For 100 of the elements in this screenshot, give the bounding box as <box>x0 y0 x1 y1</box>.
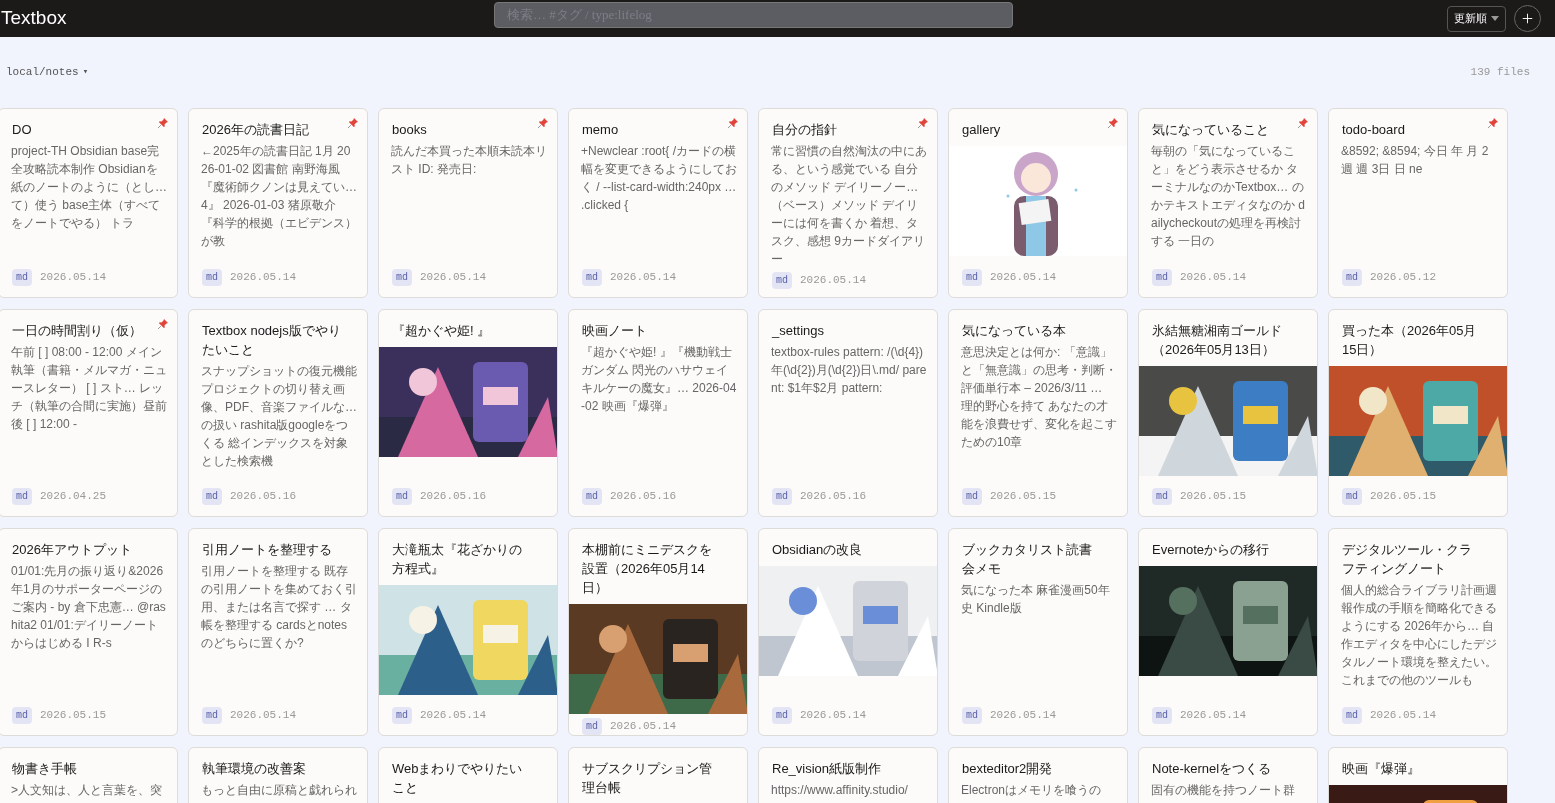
card-preview: ←2025年の読書日記 1月 2026-01-02 図書館 南野海風『魔術師クノンは見えてい… 4』 2026-01-03 猪原敬介『科学的根拠（エビデンス）が教 <box>201 143 357 250</box>
note-card[interactable]: books 読んだ本買った本順未読本リスト ID: 発売日: md 2026.05.14 <box>378 108 558 298</box>
note-card[interactable]: 2026年の読書日記 ←2025年の読書日記 1月 2026-01-02 図書館 南野海風『魔術師クノンは見えてい… 4』 2026-01-03 猪原敬介『科学的根拠（エビデンス）が教 md 2026.05.14 <box>188 108 368 298</box>
note-card[interactable]: 買った本（2026年05月15日） md 2026.05.15 <box>1328 309 1508 517</box>
card-title: ブックカタリスト読書会メモ <box>962 541 1093 578</box>
modified-date: 2026.05.14 <box>1180 708 1247 724</box>
file-type-badge: md <box>772 488 792 505</box>
modified-date: 2026.05.16 <box>800 489 867 505</box>
card-preview: 『超かぐや姫! 』『機動戦士ガンダム 閃光のハサウェイキルケーの魔女』… 2026-04-02 映画『爆弾』 <box>581 344 737 415</box>
folder-selector[interactable]: local/notes ▾ <box>6 64 89 81</box>
modified-date: 2026.05.14 <box>990 270 1057 286</box>
note-card[interactable]: 一日の時間割り（仮） 午前 [ ] 08:00 - 12:00 メイン執筆（書籍・メルマガ・ニュースレター） [ ] スト… レッチ（執筆の合間に実施）昼前後 [ ] 12:00 - md 2026.04.25 <box>0 309 178 517</box>
file-type-badge: md <box>772 272 792 289</box>
file-type-badge: md <box>202 488 222 505</box>
note-card[interactable]: 引用ノートを整理する 引用ノートを整理する 既存の引用ノートを集めておく引用、または名言で探す … タ帳を整理する cardsとnotesのどちらに置くか? md 2026.05.14 <box>188 528 368 736</box>
note-card[interactable]: gallery md 2026.05.14 <box>948 108 1128 298</box>
card-preview: 毎朝の「気になっていること」をどう表示させるか ターミナルなのかTextbox… のかテキストエディタなのか dailycheckoutの処理を再検討する 一日の <box>1151 143 1306 250</box>
note-card[interactable]: デジタルツール・クラフティングノート 個人的総合ライブラリ計画週報作成の手順を簡略化できるようにする 2026年から… 自作エディタを中心にしたデジタルノート環境を整えたい。これまでの他のツールも md 2026.05.14 <box>1328 528 1508 736</box>
note-card[interactable]: 『超かぐや姫! 』 md 2026.05.16 <box>378 309 558 517</box>
note-card[interactable]: bexteditor2開発 Electronはメモリを喰うの <box>948 747 1128 803</box>
card-title: gallery <box>962 121 1002 139</box>
card-title: 自分の指針 <box>772 121 838 139</box>
modified-date: 2026.05.15 <box>1180 489 1247 505</box>
file-type-badge: md <box>12 269 32 286</box>
modified-date: 2026.05.14 <box>420 708 487 724</box>
note-card[interactable]: 映画ノート 『超かぐや姫! 』『機動戦士ガンダム 閃光のハサウェイキルケーの魔女』… 2026-04-02 映画『爆弾』 md 2026.05.16 <box>568 309 748 517</box>
modified-date: 2026.05.15 <box>990 489 1057 505</box>
note-card[interactable]: Textbox nodejs版でやりたいこと スナップショットの復元機能プロジェクトの切り替え画像、PDF、音楽ファイルな… の扱い rashita版googleをつくる 総インデックスを対象とした検索機 md 2026.05.16 <box>188 309 368 517</box>
card-title: 買った本（2026年05月15日） <box>1342 322 1478 359</box>
file-type-badge: md <box>12 488 32 505</box>
modified-date: 2026.05.16 <box>230 489 297 505</box>
card-title: books <box>392 121 428 139</box>
file-type-badge: md <box>962 488 982 505</box>
card-title: Textbox nodejs版でやりたいこと <box>202 322 342 359</box>
card-title: 『超かぐや姫! 』 <box>392 322 492 340</box>
caret-icon <box>1491 16 1499 21</box>
note-card[interactable]: 大滝瓶太『花ざかりの方程式』 md 2026.05.14 <box>378 528 558 736</box>
card-title: 映画ノート <box>582 322 648 340</box>
modified-date: 2026.05.14 <box>230 270 297 286</box>
file-type-badge: md <box>772 707 792 724</box>
file-type-badge: md <box>202 707 222 724</box>
card-preview: 気になった本 麻雀漫画50年史 Kindle版 <box>961 582 1111 617</box>
modified-date: 2026.05.14 <box>610 719 677 735</box>
note-card[interactable]: ブックカタリスト読書会メモ 気になった本 麻雀漫画50年史 Kindle版 md 2026.05.14 <box>948 528 1128 736</box>
modified-date: 2026.05.15 <box>40 708 107 724</box>
file-type-badge: md <box>582 488 602 505</box>
note-card[interactable]: Webまわりでやりたいこと <box>378 747 558 803</box>
note-card[interactable]: 気になっている本 意思決定とは何か: 「意識」と「無意識」の思考・判断・評価単行本 – 2026/3/11 … 理的野心を持て あなたの才能を浪費せず、変化を起こすための10章 md 2026.05.15 <box>948 309 1128 517</box>
note-card[interactable]: todo-board &8592; &8594; 今日 年 月 2週 週 3日 日 ne md 2026.05.12 <box>1328 108 1508 298</box>
note-card[interactable]: 気になっていること 毎朝の「気になっていること」をどう表示させるか ターミナルなのかTextbox… のかテキストエディタなのか dailycheckoutの処理を再検討する 一日の md 2026.05.14 <box>1138 108 1318 298</box>
note-card[interactable]: 自分の指針 常に習慣の自然淘汰の中にある、という感覚でいる 自分のメソッド デイリーノー… （ベース）メソッド デイリーには何を書くか 着想、タスク、感想 9カードダイアリー md 2026.05.14 <box>758 108 938 298</box>
file-type-badge: md <box>392 488 412 505</box>
note-card[interactable]: memo +Newclear :root{ /カードの横幅を変更できるようにしておく / --list-card-width:240px … .clicked { md 2026.05.14 <box>568 108 748 298</box>
card-preview: Electronはメモリを喰うの <box>961 782 1103 799</box>
modified-date: 2026.05.14 <box>420 270 487 286</box>
note-card[interactable]: 氷結無糖湘南ゴールド（2026年05月13日） md 2026.05.15 <box>1138 309 1318 517</box>
card-title: DO <box>12 121 33 139</box>
file-type-badge: md <box>582 269 602 286</box>
card-preview: 意思決定とは何か: 「意識」と「無意識」の思考・判断・評価単行本 – 2026/3/11 … 理的野心を持て あなたの才能を浪費せず、変化を起こすための10章 <box>961 344 1117 451</box>
card-title: Obsidianの改良 <box>772 541 864 559</box>
file-type-badge: md <box>1342 488 1362 505</box>
note-card[interactable]: Re_vision紙版制作 https://www.affinity.studio/ <box>758 747 938 803</box>
card-title: 一日の時間割り（仮） <box>12 322 143 340</box>
file-type-badge: md <box>962 269 982 286</box>
sort-dropdown[interactable]: 更新順 <box>1447 5 1506 32</box>
card-title: デジタルツール・クラフティングノート <box>1342 541 1473 578</box>
card-title: 引用ノートを整理する <box>202 541 333 559</box>
note-card[interactable]: _settings textbox-rules pattern: /(\d{4})年(\d{2})月(\d{2})日\.md/ parent: $1年$2月 pattern: md 2026.05.16 <box>758 309 938 517</box>
note-card[interactable]: 執筆環境の改善案 もっと自由に原稿と戯れられ <box>188 747 368 803</box>
card-preview: https://www.affinity.studio/ <box>771 782 909 799</box>
card-preview: スナップショットの復元機能プロジェクトの切り替え画像、PDF、音楽ファイルな… の扱い rashita版googleをつくる 総インデックスを対象とした検索機 <box>201 363 357 470</box>
card-preview: 個人的総合ライブラリ計画週報作成の手順を簡略化できるようにする 2026年から… 自作エディタを中心にしたデジタルノート環境を整えたい。これまでの他のツールも <box>1341 582 1497 689</box>
note-card[interactable]: DO project-TH Obsidian base完全攻略読本制作 Obsidianを紙のノートのように（とし… て）使う base主体（すべてをノートでやる） トラ md 2026.05.14 <box>0 108 178 298</box>
note-card[interactable]: 2026年アウトプット 01/01:先月の振り返り&2026年1月のサポーターページのご案内 - by 倉下忠憲… @rashita2 01/01:デイリーノートからはじめる I R-s md 2026.05.15 <box>0 528 178 736</box>
card-preview: &8592; &8594; 今日 年 月 2週 週 3日 日 ne <box>1341 143 1490 178</box>
modified-date: 2026.05.14 <box>990 708 1057 724</box>
note-card[interactable]: サブスクリプション管理台帳 <box>568 747 748 803</box>
card-title: Evernoteからの移行 <box>1152 541 1271 559</box>
note-card[interactable]: Evernoteからの移行 md 2026.05.14 <box>1138 528 1318 736</box>
modified-date: 2026.05.14 <box>610 270 677 286</box>
card-title: サブスクリプション管理台帳 <box>582 760 713 797</box>
card-title: 氷結無糖湘南ゴールド（2026年05月13日） <box>1152 322 1283 359</box>
card-preview: >人文知は、人と言葉を、突 <box>11 782 163 799</box>
card-title: 本棚前にミニデスクを設置（2026年05月14日） <box>582 541 713 597</box>
note-card[interactable]: 物書き手帳 >人文知は、人と言葉を、突 <box>0 747 178 803</box>
file-count: 139 files <box>1470 65 1530 81</box>
card-title: _settings <box>772 322 826 340</box>
modified-date: 2026.05.14 <box>800 708 867 724</box>
note-card[interactable]: 映画『爆弾』 <box>1328 747 1508 803</box>
note-card[interactable]: Obsidianの改良 md 2026.05.14 <box>758 528 938 736</box>
card-title: Note-kernelをつくる <box>1152 760 1273 778</box>
note-card[interactable]: 本棚前にミニデスクを設置（2026年05月14日） md 2026.05.14 <box>568 528 748 736</box>
file-type-badge: md <box>392 269 412 286</box>
card-title: Re_vision紙版制作 <box>772 760 883 778</box>
modified-date: 2026.05.16 <box>420 489 487 505</box>
note-card[interactable]: Note-kernelをつくる 固有の機能を持つノート群 <box>1138 747 1318 803</box>
card-title: 映画『爆弾』 <box>1342 760 1421 778</box>
card-preview: project-TH Obsidian base完全攻略読本制作 Obsidianを紙のノートのように（とし… て）使う base主体（すべてをノートでやる） トラ <box>11 143 167 232</box>
card-title: 気になっている本 <box>962 322 1067 340</box>
card-title: 2026年の読書日記 <box>202 121 310 139</box>
